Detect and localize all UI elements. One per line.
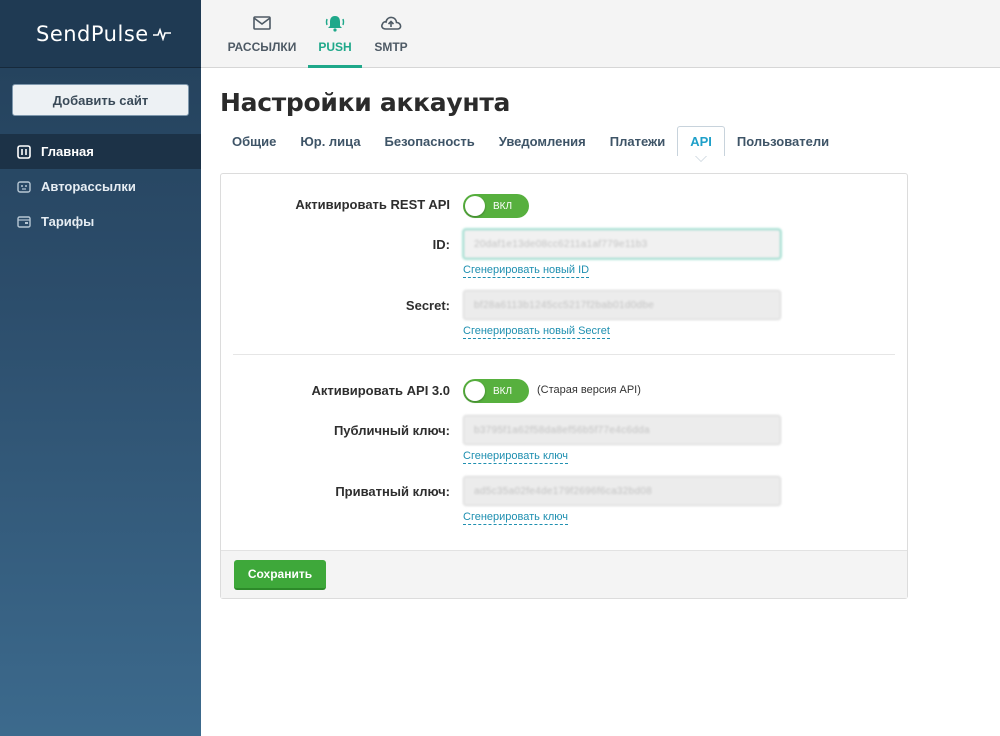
dashboard-icon: [17, 144, 31, 159]
topnav-label: РАССЫЛКИ: [227, 40, 297, 54]
main-content: Настройки аккаунта Общие Юр. лица Безопа…: [220, 68, 1000, 599]
toggle-state: ВКЛ: [493, 385, 513, 397]
api3-toggle[interactable]: ВКЛ: [463, 379, 529, 403]
cloud-upload-icon: [380, 12, 402, 34]
sidebar-item-autoresponders[interactable]: Авторассылки: [0, 169, 201, 204]
generate-id-link[interactable]: Сгенерировать новый ID: [463, 264, 590, 278]
generate-secret-link[interactable]: Сгенерировать новый Secret: [463, 325, 610, 339]
generate-private-key-link[interactable]: Сгенерировать ключ: [463, 511, 569, 525]
robot-icon: [17, 180, 31, 194]
topnav-smtp[interactable]: SMTP: [365, 0, 417, 68]
sidebar-item-tariffs[interactable]: Тарифы: [0, 204, 201, 239]
public-key-label: Публичный ключ:: [333, 423, 450, 438]
pulse-icon: [152, 27, 171, 41]
api3-note: (Старая версия API): [537, 384, 641, 396]
panel-footer: Сохранить: [221, 550, 907, 598]
logo-text: SendPulse: [36, 21, 149, 46]
rest-api-toggle[interactable]: ВКЛ: [463, 194, 529, 218]
api-settings-panel: Активировать REST API ВКЛ ID: 20daf1e13d…: [220, 173, 908, 599]
settings-tabs: Общие Юр. лица Безопасность Уведомления …: [220, 126, 1000, 162]
envelope-icon: [253, 12, 271, 34]
toggle-state: ВКЛ: [493, 200, 513, 212]
tab-payments[interactable]: Платежи: [598, 126, 677, 156]
tab-general[interactable]: Общие: [220, 126, 288, 156]
generate-public-key-link[interactable]: Сгенерировать ключ: [463, 450, 569, 464]
public-key-field[interactable]: b3795f1a62f58da8ef56b5f77e4c6dda: [463, 415, 781, 445]
tab-legal-entities[interactable]: Юр. лица: [288, 126, 372, 156]
topnav-label: SMTP: [374, 40, 408, 54]
top-bar: РАССЫЛКИ PUSH SMTP: [201, 0, 1000, 68]
sidebar-item-home[interactable]: Главная: [0, 134, 201, 169]
logo-bar: SendPulse: [0, 0, 201, 68]
tab-users[interactable]: Пользователи: [725, 126, 841, 156]
secret-label: Secret:: [405, 298, 450, 313]
add-site-button[interactable]: Добавить сайт: [12, 84, 189, 116]
logo[interactable]: SendPulse: [36, 22, 171, 46]
sidebar-item-label: Авторассылки: [41, 179, 136, 194]
tab-api[interactable]: API: [677, 126, 725, 162]
id-label: ID:: [432, 237, 450, 252]
private-key-label: Приватный ключ:: [335, 484, 450, 499]
page-title: Настройки аккаунта: [220, 88, 511, 117]
secret-field[interactable]: bf28a6113b1245cc5217f2bab01d0dbe: [463, 290, 781, 320]
toggle-knob: [465, 196, 485, 216]
product-nav: РАССЫЛКИ PUSH SMTP: [201, 0, 1000, 68]
topnav-push[interactable]: PUSH: [308, 0, 362, 68]
tab-notifications[interactable]: Уведомления: [487, 126, 598, 156]
api3-label: Активировать API 3.0: [311, 383, 451, 398]
sidebar: SendPulse Добавить сайт Главная Авторасс…: [0, 0, 201, 736]
id-field[interactable]: 20daf1e13de08cc6211a1af779e11b3: [463, 229, 781, 259]
tab-security[interactable]: Безопасность: [373, 126, 487, 156]
wallet-icon: [17, 215, 31, 229]
bell-icon: [325, 12, 345, 34]
topnav-label: PUSH: [318, 40, 352, 54]
sidebar-item-label: Главная: [41, 144, 94, 159]
toggle-knob: [465, 381, 485, 401]
rest-api-label: Активировать REST API: [295, 197, 450, 212]
save-button[interactable]: Сохранить: [234, 560, 326, 590]
private-key-field[interactable]: ad5c35a02fe4de179f2696f6ca32bd08: [463, 476, 781, 506]
section-divider: [233, 354, 895, 355]
topnav-emails[interactable]: РАССЫЛКИ: [223, 0, 301, 68]
sidebar-item-label: Тарифы: [41, 214, 95, 229]
